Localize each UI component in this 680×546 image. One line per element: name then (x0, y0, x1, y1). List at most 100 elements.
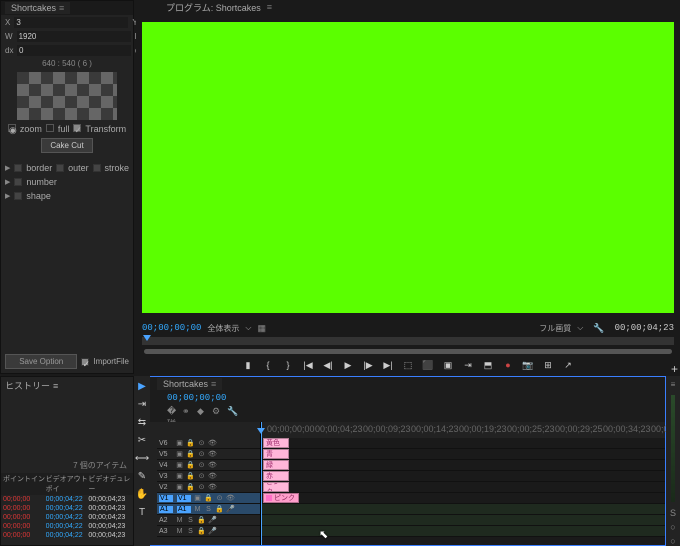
toggle-output-icon[interactable]: ▣ (175, 461, 184, 470)
menu-icon[interactable]: ≡ (267, 2, 272, 12)
toggle-output-icon[interactable]: ▣ (175, 450, 184, 459)
transform-check[interactable]: ✓ (73, 124, 81, 132)
shape-check[interactable] (14, 192, 22, 200)
lock-icon[interactable]: 🔒 (186, 439, 195, 448)
video-track[interactable]: ピンク (261, 482, 665, 493)
link-icon[interactable]: ⚭ (182, 406, 192, 416)
history-row[interactable]: 00;00;0000;00;04;2200;00;04;23 (1, 531, 133, 540)
safe-margin-icon[interactable]: ⊞ (543, 360, 553, 370)
video-track-header[interactable]: V5▣🔒⊙👁 (157, 449, 260, 460)
video-track-header[interactable]: V1V1▣🔒⊙👁 (157, 493, 260, 504)
eye-icon[interactable]: 👁 (208, 461, 217, 470)
menu-icon[interactable]: ≡ (53, 381, 58, 391)
fit-dropdown[interactable]: 全体表示 (207, 323, 239, 334)
step-back-icon[interactable]: ◀| (323, 360, 333, 370)
clip[interactable]: 赤 (263, 471, 289, 481)
menu-icon[interactable]: ≡ (59, 3, 64, 13)
voice-icon[interactable]: 🎤 (208, 516, 217, 525)
sync-lock-icon[interactable]: ⊙ (197, 450, 206, 459)
outer-check[interactable] (56, 164, 64, 172)
program-viewport[interactable] (142, 22, 674, 313)
save-option-button[interactable]: Save Option (5, 354, 77, 369)
step-fwd-icon[interactable]: |▶ (363, 360, 373, 370)
history-row[interactable]: 00;00;0000;00;04;2200;00;04;23 (1, 522, 133, 531)
mute-icon[interactable]: ○ (670, 536, 675, 546)
out-point-icon[interactable]: } (283, 360, 293, 370)
solo-icon[interactable]: S (670, 508, 676, 518)
timeline-ruler[interactable]: 00;00;00;0000;00;04;2300;00;09;2300;00;1… (261, 422, 665, 438)
wrench-icon[interactable]: 🔧 (593, 323, 604, 334)
audio-track[interactable] (261, 504, 665, 515)
rec-icon[interactable]: ● (503, 360, 513, 370)
camera-icon[interactable]: 📷 (523, 360, 533, 370)
eye-icon[interactable]: 👁 (208, 472, 217, 481)
full-radio[interactable] (46, 124, 54, 132)
lock-icon[interactable]: 🔒 (186, 472, 195, 481)
fit-dropdown-arrow[interactable]: ⌵ (245, 323, 251, 333)
ripple-tool-icon[interactable]: ⇆ (136, 416, 148, 428)
timeline-tab[interactable]: Shortcakes ≡ (157, 378, 222, 390)
playhead-icon[interactable] (143, 335, 151, 341)
video-track[interactable]: 青 (261, 449, 665, 460)
history-row[interactable]: 00;00;0000;00;04;2200;00;04;23 (1, 513, 133, 522)
border-check[interactable] (14, 164, 22, 172)
audio-track-header[interactable]: A1A1MS🔒🎤 (157, 504, 260, 515)
clip[interactable]: 黄色 (263, 438, 289, 448)
wrench-icon[interactable]: 🔧 (227, 406, 237, 416)
dx-input[interactable] (17, 45, 131, 56)
share-icon[interactable]: ↗ (563, 360, 573, 370)
expand-icon[interactable]: ▶ (5, 192, 10, 200)
razor-tool-icon[interactable]: ✂ (136, 434, 148, 446)
quality-dropdown[interactable]: フル画質 (539, 323, 571, 334)
export-frame-icon[interactable]: ▣ (443, 360, 453, 370)
mute-icon[interactable]: M (175, 527, 184, 536)
preview-checker[interactable] (17, 72, 117, 120)
play-icon[interactable]: ▶ (343, 360, 353, 370)
meter-icon[interactable]: ≡ (671, 380, 676, 389)
video-track-header[interactable]: V6▣🔒⊙👁 (157, 438, 260, 449)
cake-cut-button[interactable]: Cake Cut (41, 138, 92, 153)
quality-dropdown-arrow[interactable]: ⌵ (577, 323, 583, 333)
expand-icon[interactable]: ▶ (5, 164, 10, 172)
w-input[interactable] (17, 31, 131, 42)
lock-icon[interactable]: 🔒 (186, 483, 195, 492)
program-tc-left[interactable]: 00;00;00;00 (142, 323, 201, 333)
pen-tool-icon[interactable]: ✎ (136, 470, 148, 482)
program-ruler[interactable] (142, 337, 674, 345)
video-track[interactable]: 緑 (261, 460, 665, 471)
solo-icon[interactable]: S (186, 527, 195, 536)
lock-icon[interactable]: 🔒 (186, 461, 195, 470)
video-track[interactable]: 赤 (261, 471, 665, 482)
eye-icon[interactable]: 👁 (208, 439, 217, 448)
lock-icon[interactable]: 🔒 (186, 450, 195, 459)
sync-lock-icon[interactable]: ⊙ (197, 439, 206, 448)
toggle-output-icon[interactable]: ▣ (175, 439, 184, 448)
snap-icon[interactable]: �磁 (167, 406, 177, 416)
eye-icon[interactable]: 👁 (226, 494, 235, 503)
video-track-header[interactable]: V2▣🔒⊙👁 (157, 482, 260, 493)
eye-icon[interactable]: 👁 (208, 450, 217, 459)
clip[interactable]: 青 (263, 449, 289, 459)
type-tool-icon[interactable]: T (136, 506, 148, 518)
lock-icon[interactable]: 🔒 (204, 494, 213, 503)
audio-track[interactable] (261, 526, 665, 537)
video-track[interactable]: 黄色 (261, 438, 665, 449)
sync-lock-icon[interactable]: ⊙ (215, 494, 224, 503)
x-input[interactable] (14, 17, 128, 28)
mute-icon[interactable]: ○ (670, 522, 675, 532)
toggle-output-icon[interactable]: ▣ (175, 472, 184, 481)
clip[interactable]: ピンク (263, 493, 299, 503)
in-point-icon[interactable]: { (263, 360, 273, 370)
slip-tool-icon[interactable]: ⟷ (136, 452, 148, 464)
go-in-icon[interactable]: |◀ (303, 360, 313, 370)
settings-icon[interactable]: ▦ (258, 323, 267, 334)
selection-tool-icon[interactable]: ▶ (136, 380, 148, 392)
expand-icon[interactable]: ▶ (5, 178, 10, 186)
lock-icon[interactable]: 🔒 (197, 527, 206, 536)
voice-icon[interactable]: 🎤 (226, 505, 235, 514)
mute-icon[interactable]: M (175, 516, 184, 525)
eye-icon[interactable]: 👁 (208, 483, 217, 492)
track-select-tool-icon[interactable]: ⇥ (136, 398, 148, 410)
voice-icon[interactable]: 🎤 (208, 527, 217, 536)
program-scrollbar[interactable] (144, 349, 672, 354)
